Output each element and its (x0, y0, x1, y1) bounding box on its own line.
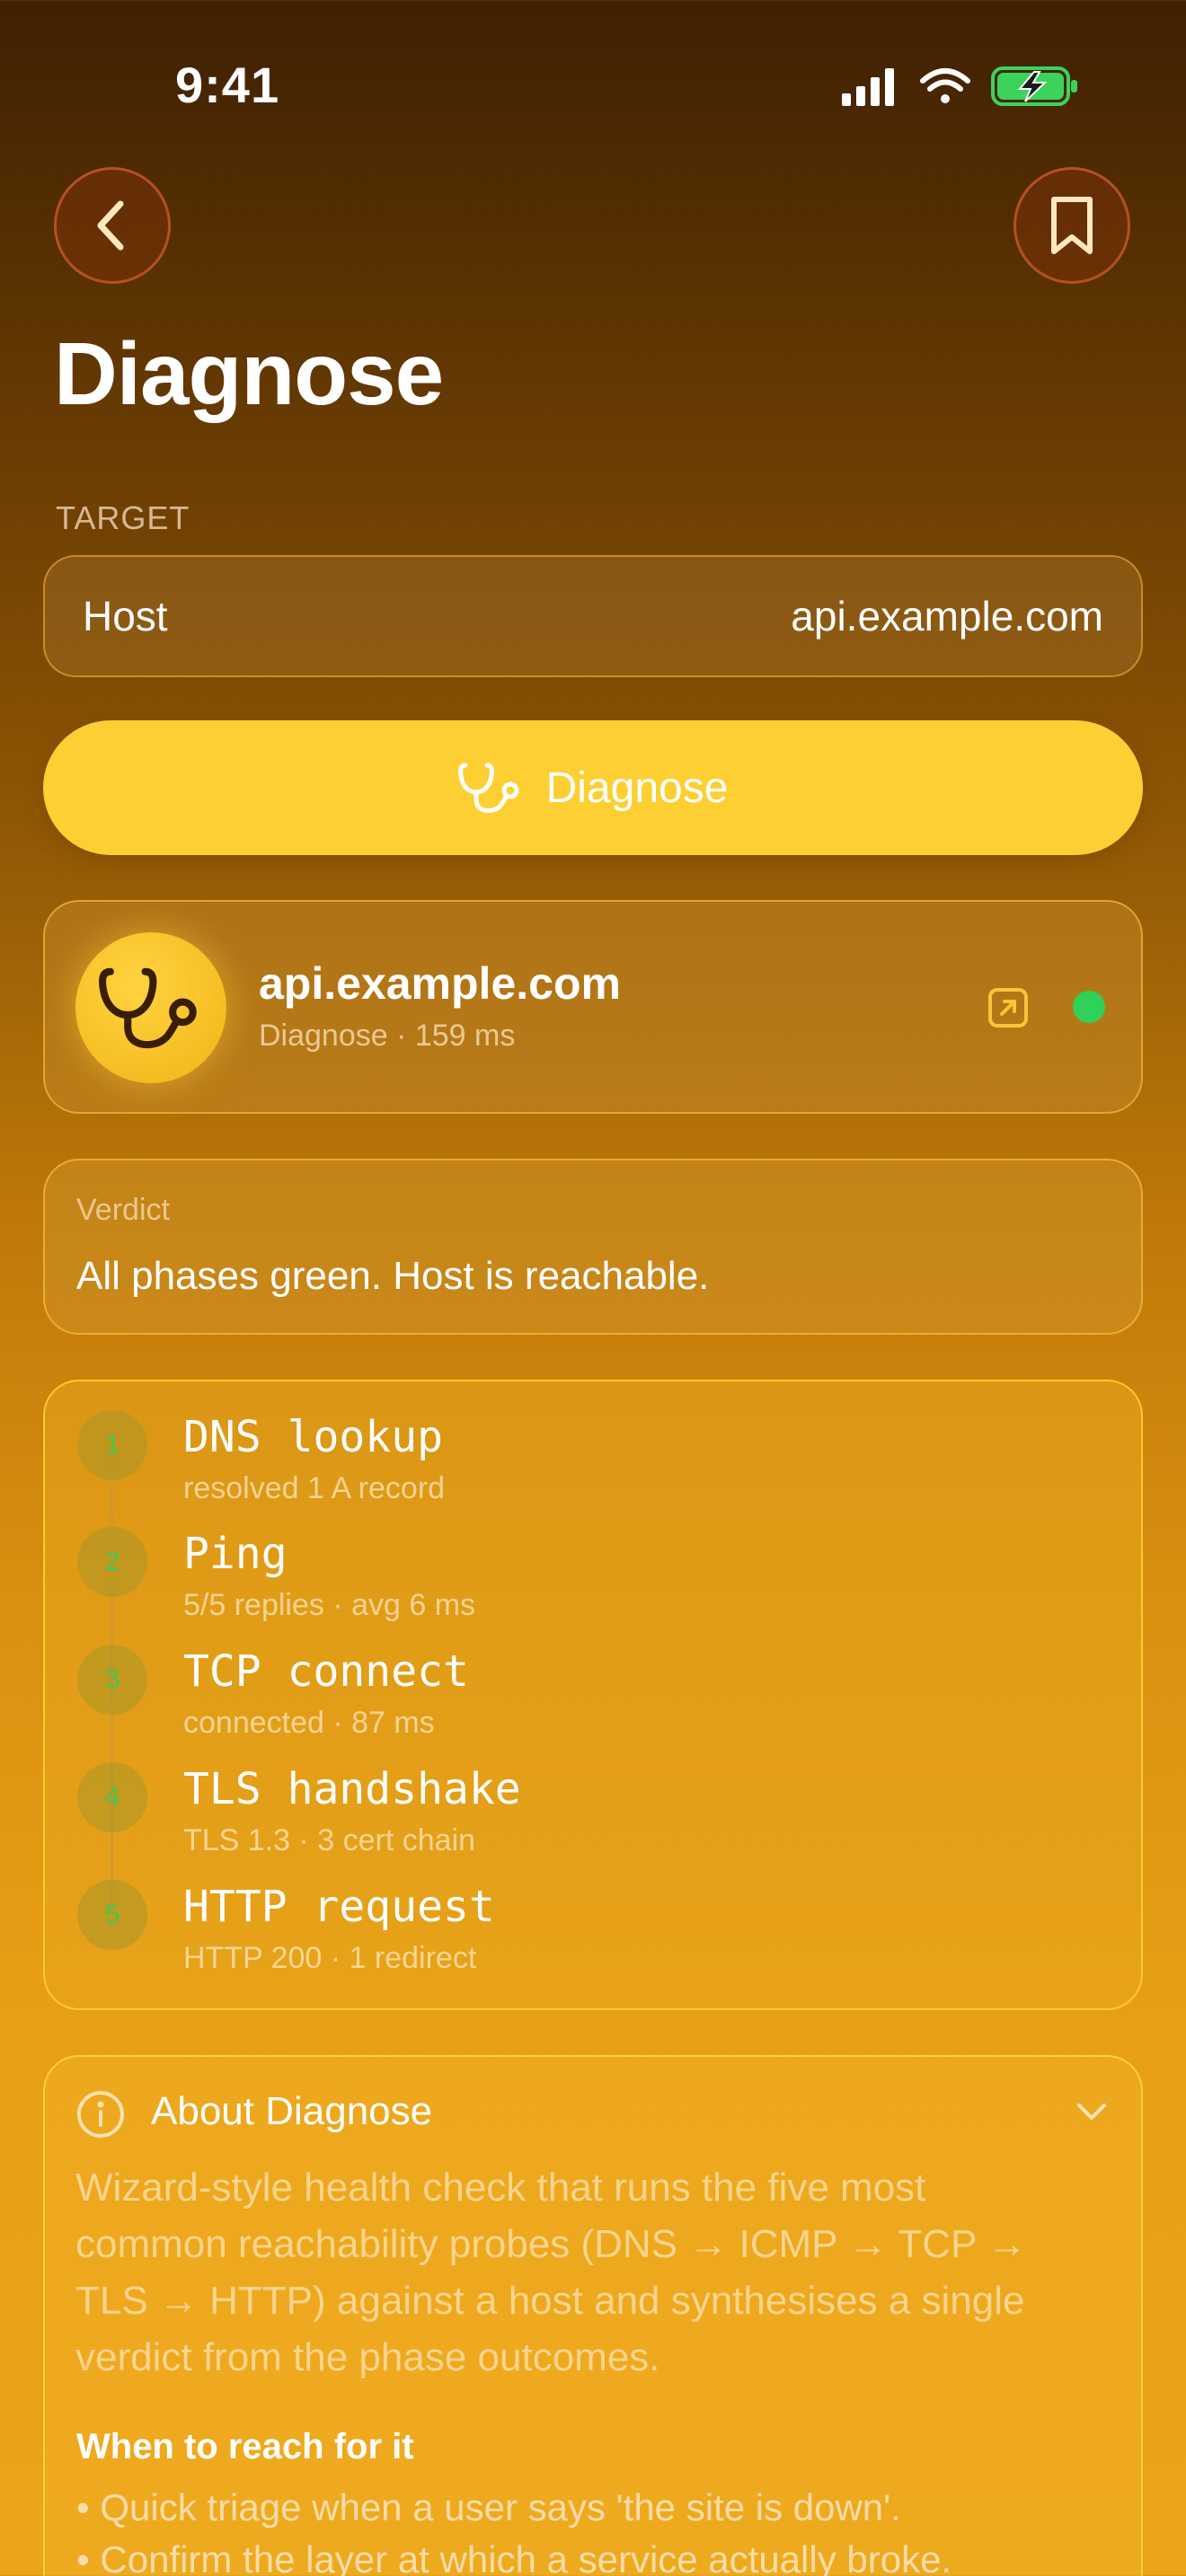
bookmark-icon (1051, 197, 1093, 254)
stethoscope-icon (457, 763, 519, 813)
phase-number: 3 (77, 1645, 147, 1715)
status-time: 9:41 (175, 57, 280, 113)
chevron-left-icon (97, 200, 124, 251)
target-section-label: TARGET (56, 499, 190, 536)
phase-title: TLS handshake (183, 1764, 521, 1814)
bullet-dot: • (76, 2538, 101, 2576)
diagnose-button-label: Diagnose (545, 763, 729, 812)
phase-title: DNS lookup (183, 1412, 443, 1462)
host-field-value[interactable]: api.example.com (791, 592, 1103, 640)
page-title: Diagnose (54, 324, 444, 423)
bullet-item: • Confirm the layer at which a service a… (76, 2538, 951, 2576)
stethoscope-icon (99, 967, 197, 1049)
host-field[interactable]: Host api.example.com (43, 555, 1143, 677)
bullet-dot: • (76, 2486, 101, 2528)
diagnose-button[interactable]: Diagnose (43, 720, 1143, 855)
phase-detail: resolved 1 A record (183, 1471, 446, 1505)
phase-title: HTTP request (183, 1882, 495, 1932)
phase-title: Ping (183, 1529, 288, 1579)
about-line: TLS → HTTP) against a host and synthesis… (75, 2279, 1025, 2323)
result-host: api.example.com (259, 958, 621, 1009)
status-indicator (1073, 991, 1105, 1023)
phase-detail: connected · 87 ms (183, 1706, 435, 1740)
phase-number: 4 (77, 1762, 147, 1832)
about-description: Wizard-style health check that runs the … (75, 2159, 1118, 2386)
phase-number: 2 (77, 1527, 147, 1597)
about-line: Wizard-style health check that runs the … (75, 2166, 926, 2210)
info-icon (75, 2089, 126, 2144)
open-external-icon[interactable] (987, 986, 1030, 1029)
phase-title: TCP connect (183, 1646, 469, 1697)
verdict-label: Verdict (76, 1193, 170, 1227)
about-line: verdict from the phase outcomes. (75, 2335, 660, 2379)
battery-charging-icon (991, 66, 1077, 106)
cellular-signal-icon (842, 68, 894, 106)
phase-detail: 5/5 replies · avg 6 ms (183, 1588, 476, 1622)
bookmark-button[interactable] (1013, 167, 1130, 284)
wifi-icon (920, 68, 970, 103)
about-title[interactable]: About Diagnose (151, 2089, 432, 2134)
result-avatar (75, 932, 226, 1083)
host-field-label: Host (83, 593, 168, 640)
back-button[interactable] (54, 167, 171, 284)
about-line: common reachability probes (DNS → ICMP →… (75, 2222, 1027, 2266)
chevron-down-icon[interactable] (1075, 2100, 1109, 2128)
bullet-item: • Quick triage when a user says 'the sit… (76, 2486, 901, 2529)
bullet-text: Quick triage when a user says 'the site … (100, 2486, 901, 2528)
verdict-card (43, 1159, 1143, 1335)
result-subtitle: Diagnose · 159 ms (259, 1019, 516, 1053)
when-to-use-heading: When to reach for it (76, 2427, 414, 2466)
bullet-text: Confirm the layer at which a service act… (100, 2538, 952, 2576)
phase-detail: TLS 1.3 · 3 cert chain (183, 1823, 476, 1857)
phase-detail: HTTP 200 · 1 redirect (183, 1941, 477, 1975)
status-icons (840, 63, 1083, 110)
verdict-text: All phases green. Host is reachable. (76, 1254, 710, 1298)
phase-number: 1 (77, 1410, 147, 1480)
phase-number: 5 (77, 1880, 147, 1950)
